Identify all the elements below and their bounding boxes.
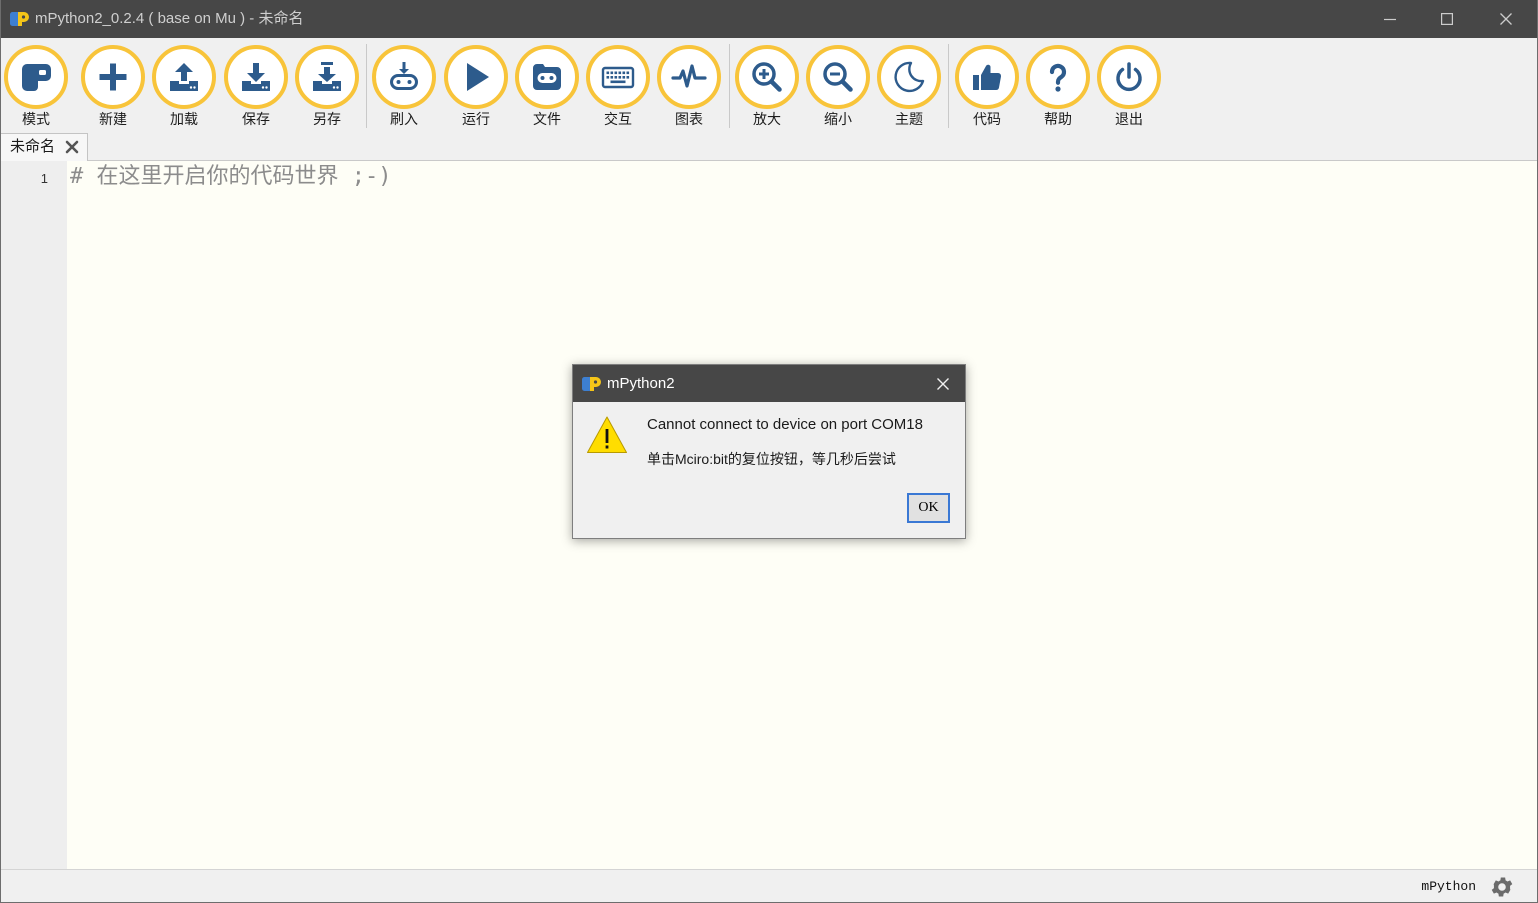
mode-button[interactable]: 模式 xyxy=(2,45,70,129)
flash-button-label: 刷入 xyxy=(390,111,418,127)
files-button-label: 文件 xyxy=(533,111,561,127)
tab-bar: 未命名 xyxy=(0,131,1538,161)
mpython-logo-icon xyxy=(10,12,29,26)
dialog-title: mPython2 xyxy=(607,375,675,392)
load-button-ring xyxy=(152,45,216,109)
code-button-label: 代码 xyxy=(973,111,1001,127)
minimize-icon xyxy=(1384,18,1396,21)
new-button[interactable]: 新建 xyxy=(79,45,147,129)
run-button[interactable]: 运行 xyxy=(442,45,510,129)
tab-untitled[interactable]: 未命名 xyxy=(0,133,88,161)
save-as-button-ring xyxy=(295,45,359,109)
plotter-button-ring xyxy=(657,45,721,109)
question-icon xyxy=(1049,63,1067,92)
flash-icon xyxy=(390,62,418,90)
help-button[interactable]: 帮助 xyxy=(1024,45,1092,129)
zoom-in-icon xyxy=(752,62,782,92)
quit-button-ring xyxy=(1097,45,1161,109)
quit-button[interactable]: 退出 xyxy=(1095,45,1163,129)
zoom-in-button[interactable]: 放大 xyxy=(733,45,801,129)
repl-button-ring xyxy=(586,45,650,109)
code-button[interactable]: 代码 xyxy=(953,45,1021,129)
error-dialog: mPython2 Cannot connect to device on por… xyxy=(572,364,966,539)
files-button-ring xyxy=(515,45,579,109)
toolbar-separator xyxy=(366,44,367,128)
download-icon xyxy=(242,63,270,91)
zoom-in-button-ring xyxy=(735,45,799,109)
dialog-detail: 单击Mciro:bit的复位按钮，等几秒后尝试 xyxy=(647,451,896,467)
save-as-button[interactable]: 另存 xyxy=(293,45,361,129)
gear-icon[interactable] xyxy=(1489,874,1515,900)
save-as-icon xyxy=(313,62,341,91)
help-button-label: 帮助 xyxy=(1044,111,1072,127)
mode-button-ring xyxy=(4,45,68,109)
close-icon xyxy=(937,378,949,390)
repl-button[interactable]: 交互 xyxy=(584,45,652,129)
theme-button-label: 主题 xyxy=(895,111,923,127)
help-button-ring xyxy=(1026,45,1090,109)
repl-button-label: 交互 xyxy=(604,111,632,127)
quit-button-label: 退出 xyxy=(1115,111,1143,127)
play-icon xyxy=(467,63,489,91)
plus-icon xyxy=(99,63,127,91)
dialog-message: Cannot connect to device on port COM18 xyxy=(647,416,923,433)
toolbar-separator xyxy=(948,44,949,128)
moon-icon xyxy=(894,61,925,93)
keyboard-icon xyxy=(601,66,635,89)
theme-button-ring xyxy=(877,45,941,109)
mpython-logo-icon xyxy=(582,377,601,391)
thumbs-up-icon xyxy=(973,64,1002,91)
zoom-in-button-label: 放大 xyxy=(753,111,781,127)
warning-icon xyxy=(587,416,627,453)
run-button-ring xyxy=(444,45,508,109)
upload-icon xyxy=(170,63,198,91)
maximize-icon xyxy=(1441,13,1453,25)
files-icon xyxy=(533,64,561,90)
ok-button[interactable]: OK xyxy=(907,493,950,523)
line-number-gutter: 1 xyxy=(0,161,67,869)
theme-button[interactable]: 主题 xyxy=(875,45,943,129)
load-button-label: 加载 xyxy=(170,111,198,127)
save-button[interactable]: 保存 xyxy=(222,45,290,129)
plotter-button[interactable]: 图表 xyxy=(655,45,723,129)
mode-button-label: 模式 xyxy=(22,111,50,127)
line-number: 1 xyxy=(40,171,48,186)
run-button-label: 运行 xyxy=(462,111,490,127)
zoom-out-button-label: 缩小 xyxy=(824,111,852,127)
dialog-close-button[interactable] xyxy=(929,370,957,398)
status-bar: mPython xyxy=(0,869,1538,903)
close-button[interactable] xyxy=(1483,0,1529,38)
new-button-ring xyxy=(81,45,145,109)
zoom-out-button-ring xyxy=(806,45,870,109)
save-as-button-label: 另存 xyxy=(313,111,341,127)
load-button[interactable]: 加载 xyxy=(150,45,218,129)
toolbar: 模式 新建 加载 保存 另存 刷入 运行 文件 交互 图表 放大 缩小 主题 代… xyxy=(0,38,1538,131)
window-title: mPython2_0.2.4 ( base on Mu ) - 未命名 xyxy=(35,10,304,27)
dialog-title-bar[interactable]: mPython2 xyxy=(573,365,965,402)
toolbar-separator xyxy=(729,44,730,128)
zoom-out-icon xyxy=(823,62,853,92)
save-button-label: 保存 xyxy=(242,111,270,127)
mode-icon xyxy=(22,64,51,91)
save-button-ring xyxy=(224,45,288,109)
new-button-label: 新建 xyxy=(99,111,127,127)
minimize-button[interactable] xyxy=(1367,0,1413,38)
plotter-button-label: 图表 xyxy=(675,111,703,127)
maximize-button[interactable] xyxy=(1424,0,1470,38)
flash-button[interactable]: 刷入 xyxy=(370,45,438,129)
close-icon[interactable] xyxy=(64,139,80,155)
title-bar[interactable]: mPython2_0.2.4 ( base on Mu ) - 未命名 xyxy=(0,0,1538,38)
code-button-ring xyxy=(955,45,1019,109)
code-line: # 在这里开启你的代码世界 ;-) xyxy=(70,164,392,189)
flash-button-ring xyxy=(372,45,436,109)
close-icon xyxy=(1500,13,1512,25)
power-icon xyxy=(1116,62,1142,92)
pulse-icon xyxy=(671,64,707,88)
files-button[interactable]: 文件 xyxy=(513,45,581,129)
zoom-out-button[interactable]: 缩小 xyxy=(804,45,872,129)
mpython-window: mPython2_0.2.4 ( base on Mu ) - 未命名 模式 新… xyxy=(0,0,1538,903)
mode-indicator[interactable]: mPython xyxy=(1421,870,1476,903)
tab-label: 未命名 xyxy=(10,138,56,155)
